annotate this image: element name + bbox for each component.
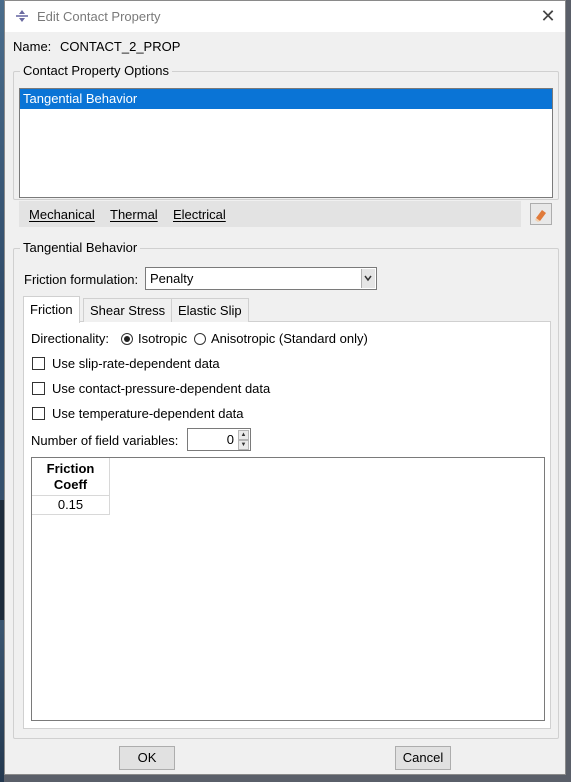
field-variables-spinner[interactable]: 0 ▲ ▼ <box>187 428 251 451</box>
name-label: Name: <box>13 39 52 54</box>
contact-pressure-label[interactable]: Use contact-pressure-dependent data <box>52 381 270 396</box>
contact-property-options-group: Contact Property Options Tangential Beha… <box>13 63 559 200</box>
menu-mechanical[interactable]: Mechanical <box>29 207 95 222</box>
name-value: CONTACT_2_PROP <box>60 39 181 54</box>
anisotropic-label[interactable]: Anisotropic (Standard only) <box>211 331 368 346</box>
group-title: Tangential Behavior <box>20 240 141 255</box>
anisotropic-radio[interactable] <box>194 333 206 345</box>
spin-up-icon[interactable]: ▲ <box>238 430 249 440</box>
slip-rate-checkbox[interactable] <box>32 357 45 370</box>
group-title: Contact Property Options <box>20 63 172 78</box>
friction-data-table: Friction Coeff 0.15 <box>31 457 545 721</box>
friction-formulation-select[interactable]: Penalty <box>145 267 377 290</box>
menu-electrical[interactable]: Electrical <box>173 207 226 222</box>
ok-button[interactable]: OK <box>119 746 175 770</box>
list-item-tangential-behavior[interactable]: Tangential Behavior <box>20 89 552 109</box>
friction-formulation-label: Friction formulation: <box>24 272 139 287</box>
delete-option-button[interactable] <box>530 203 552 225</box>
friction-formulation-value: Penalty <box>150 271 194 286</box>
header-line-1: Friction <box>46 461 95 476</box>
directionality-label: Directionality: <box>31 331 110 346</box>
field-variables-value: 0 <box>226 432 234 447</box>
header-line-2: Coeff <box>53 477 88 492</box>
chevron-down-icon[interactable] <box>361 269 375 288</box>
friction-coeff-header: Friction Coeff <box>32 458 110 496</box>
menu-thermal[interactable]: Thermal <box>110 207 158 222</box>
options-menu-bar: Mechanical Thermal Electrical <box>19 201 521 227</box>
eraser-icon <box>535 210 546 222</box>
temperature-label[interactable]: Use temperature-dependent data <box>52 406 244 421</box>
options-listbox[interactable]: Tangential Behavior <box>19 88 553 198</box>
temperature-checkbox[interactable] <box>32 407 45 420</box>
edit-contact-property-dialog: Edit Contact Property ✕ Name: CONTACT_2_… <box>4 0 566 775</box>
window-title: Edit Contact Property <box>37 9 161 24</box>
slip-rate-label[interactable]: Use slip-rate-dependent data <box>52 356 220 371</box>
field-variables-label: Number of field variables: <box>31 433 179 448</box>
tab-friction[interactable]: Friction <box>23 296 80 323</box>
cancel-button[interactable]: Cancel <box>395 746 451 770</box>
isotropic-radio[interactable] <box>121 333 133 345</box>
title-bar: Edit Contact Property ✕ <box>5 1 565 32</box>
spin-down-icon[interactable]: ▼ <box>238 440 249 450</box>
close-icon[interactable]: ✕ <box>537 5 559 27</box>
contact-pressure-checkbox[interactable] <box>32 382 45 395</box>
table-cell[interactable]: 0.15 <box>32 496 110 515</box>
tab-elastic-slip[interactable]: Elastic Slip <box>171 298 249 322</box>
app-icon <box>16 10 28 22</box>
tab-shear-stress[interactable]: Shear Stress <box>83 298 173 322</box>
isotropic-label[interactable]: Isotropic <box>138 331 187 346</box>
